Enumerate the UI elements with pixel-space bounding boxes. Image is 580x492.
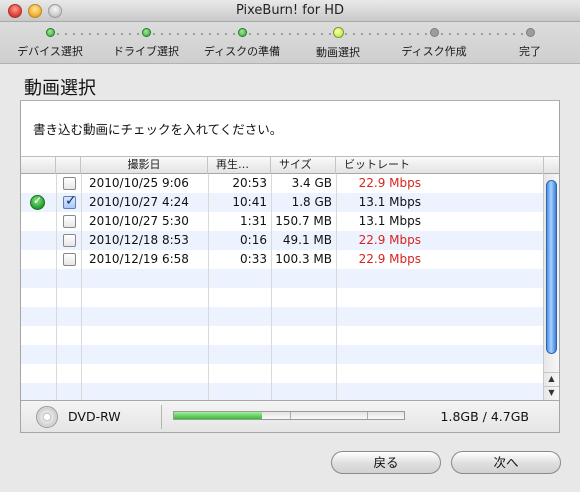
column-divider xyxy=(336,174,337,401)
row-select-checkbox[interactable] xyxy=(63,234,76,247)
step-indicator-icon xyxy=(237,28,247,37)
app-window: PixeBurn! for HD デバイス選択 ドライブ選択 ディスクの準備 動… xyxy=(0,0,580,492)
column-header-status[interactable] xyxy=(21,157,56,174)
disc-status-bar: DVD-RW 1.8GB / 4.7GB xyxy=(21,400,559,432)
capacity-text: 1.8GB / 4.7GB xyxy=(440,409,529,424)
cell-duration: 0:16 xyxy=(240,233,267,247)
cell-size: 100.3 MB xyxy=(275,252,332,266)
title-bar[interactable]: PixeBurn! for HD xyxy=(0,0,580,22)
column-header-bitrate[interactable]: ビットレート xyxy=(336,157,544,174)
page-title: 動画選択 xyxy=(24,78,96,99)
table-row-empty xyxy=(21,288,543,307)
step-indicator-icon xyxy=(429,28,439,37)
cell-size: 1.8 GB xyxy=(291,195,332,209)
step-drive-select: ドライブ選択 xyxy=(96,28,196,59)
table-row[interactable]: 2010/10/25 9:06 20:53 3.4 GB 22.9 Mbps xyxy=(21,174,543,193)
scrollbar-thumb[interactable] xyxy=(546,180,557,354)
cell-duration: 1:31 xyxy=(240,214,267,228)
column-header-check[interactable] xyxy=(56,157,81,174)
table-row[interactable]: 2010/10/27 5:30 1:31 150.7 MB 13.1 Mbps xyxy=(21,212,543,231)
disc-icon xyxy=(36,406,58,428)
step-device-select: デバイス選択 xyxy=(0,28,100,59)
step-disc-prepare: ディスクの準備 xyxy=(192,28,292,59)
cell-bitrate: 22.9 Mbps xyxy=(358,252,421,266)
step-label: ディスク作成 xyxy=(401,45,467,58)
table-row-empty xyxy=(21,326,543,345)
scroll-up-arrow-icon[interactable]: ▲ xyxy=(544,372,559,384)
step-indicator-icon xyxy=(45,28,55,37)
vertical-scrollbar[interactable]: ▲ ▼ xyxy=(543,174,559,401)
cell-date: 2010/12/19 6:58 xyxy=(89,252,189,266)
scroll-down-arrow-icon[interactable]: ▼ xyxy=(544,386,559,398)
step-label: 動画選択 xyxy=(316,46,360,59)
step-complete: 完了 xyxy=(480,28,580,59)
column-header-size[interactable]: サイズ xyxy=(271,157,336,174)
table-header: 撮影日 再生… サイズ ビットレート xyxy=(21,157,559,174)
window-title: PixeBurn! for HD xyxy=(235,3,345,18)
step-label: ディスクの準備 xyxy=(203,45,281,58)
table-row[interactable]: ✓ ✓ 2010/10/27 4:24 10:41 1.8 GB 13.1 Mbps xyxy=(21,193,543,212)
cell-date: 2010/10/27 4:24 xyxy=(89,195,189,209)
status-ok-icon: ✓ xyxy=(30,194,45,210)
checkmark-icon: ✓ xyxy=(65,193,77,209)
cell-date: 2010/10/27 5:30 xyxy=(89,214,189,228)
row-select-checkbox[interactable]: ✓ xyxy=(63,193,77,209)
table-row-empty xyxy=(21,307,543,326)
step-video-select: 動画選択 xyxy=(288,27,388,60)
checkmark-glyph: ✓ xyxy=(33,194,43,207)
cell-duration: 20:53 xyxy=(232,176,267,190)
table-row[interactable]: 2010/12/19 6:58 0:33 100.3 MB 22.9 Mbps xyxy=(21,250,543,269)
table-row-empty xyxy=(21,345,543,364)
step-label: デバイス選択 xyxy=(17,45,83,58)
disc-type-label: DVD-RW xyxy=(68,409,121,424)
cell-size: 3.4 GB xyxy=(291,176,332,190)
row-select-checkbox[interactable] xyxy=(63,253,76,266)
column-header-duration[interactable]: 再生… xyxy=(208,157,271,174)
table-body: 2010/10/25 9:06 20:53 3.4 GB 22.9 Mbps ✓ ✓ 201… xyxy=(21,174,543,401)
cell-size: 49.1 MB xyxy=(282,233,332,247)
cell-bitrate: 22.9 Mbps xyxy=(358,233,421,247)
step-label: 完了 xyxy=(519,45,541,58)
column-divider xyxy=(271,174,272,401)
column-divider xyxy=(56,174,57,401)
step-indicator-icon xyxy=(525,28,535,37)
cell-bitrate: 13.1 Mbps xyxy=(358,214,421,228)
back-button[interactable]: 戻る xyxy=(331,451,441,474)
cell-duration: 0:33 xyxy=(240,252,267,266)
capacity-bar-tick xyxy=(367,412,368,419)
instruction-text: 書き込む動画にチェックを入れてください。 xyxy=(33,122,283,137)
table-row-empty xyxy=(21,269,543,288)
table-row-empty xyxy=(21,364,543,383)
step-label: ドライブ選択 xyxy=(113,45,179,58)
cell-date: 2010/12/18 8:53 xyxy=(89,233,189,247)
cell-size: 150.7 MB xyxy=(275,214,332,228)
row-select-checkbox[interactable] xyxy=(63,177,76,190)
cell-duration: 10:41 xyxy=(232,195,267,209)
column-divider xyxy=(81,174,82,401)
column-header-date[interactable]: 撮影日 xyxy=(81,157,208,174)
cell-date: 2010/10/25 9:06 xyxy=(89,176,189,190)
video-table: 撮影日 再生… サイズ ビットレート 2010/10/25 9:06 20:53 3… xyxy=(21,156,559,401)
row-select-checkbox[interactable] xyxy=(63,215,76,228)
cell-bitrate: 13.1 Mbps xyxy=(358,195,421,209)
step-disc-create: ディスク作成 xyxy=(384,28,484,59)
capacity-bar-tick xyxy=(290,412,291,419)
footer-divider xyxy=(161,405,162,429)
wizard-step-bar: デバイス選択 ドライブ選択 ディスクの準備 動画選択 ディスク作成 完了 xyxy=(0,22,580,64)
table-row[interactable]: 2010/12/18 8:53 0:16 49.1 MB 22.9 Mbps xyxy=(21,231,543,250)
column-divider xyxy=(208,174,209,401)
next-button[interactable]: 次へ xyxy=(451,451,561,474)
step-indicator-icon xyxy=(141,28,151,37)
capacity-bar-fill xyxy=(174,412,263,419)
capacity-bar xyxy=(173,411,405,420)
table-row-empty xyxy=(21,383,543,401)
cell-bitrate: 22.9 Mbps xyxy=(358,176,421,190)
video-select-panel: 書き込む動画にチェックを入れてください。 撮影日 再生… サイズ ビットレート … xyxy=(20,101,560,433)
step-indicator-icon xyxy=(332,27,344,38)
